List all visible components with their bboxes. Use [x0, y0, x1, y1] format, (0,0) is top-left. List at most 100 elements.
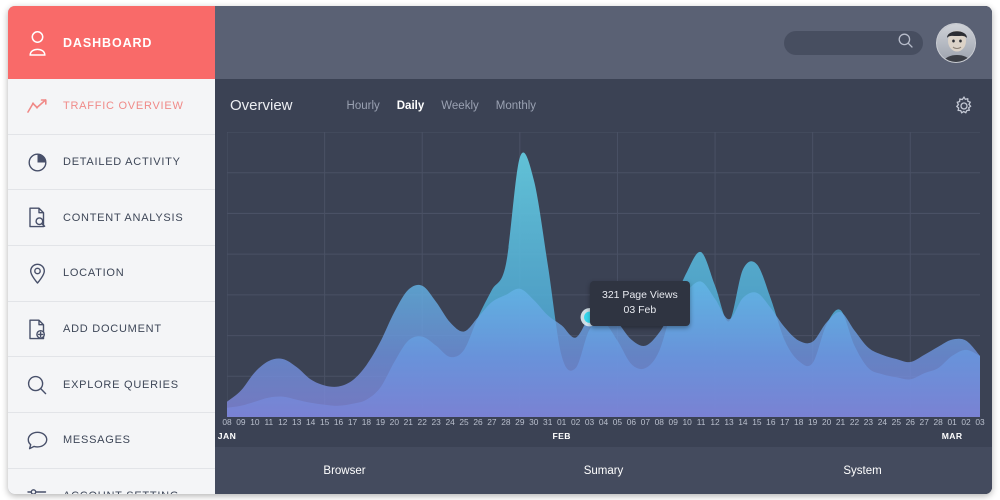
top-bar	[215, 6, 992, 79]
x-axis-tick: 17	[347, 417, 358, 427]
x-axis-tick: 09	[236, 417, 246, 427]
sidebar-item-label: EXPLORE QUERIES	[63, 378, 179, 391]
sidebar-item-add-document[interactable]: ADD DOCUMENT	[8, 301, 215, 358]
chart-svg	[227, 132, 980, 417]
x-axis-tick: 18	[794, 417, 804, 427]
sidebar-item-explore-queries[interactable]: EXPLORE QUERIES	[8, 357, 215, 414]
x-axis-tick: 03	[584, 417, 595, 427]
x-axis-tick: 08	[222, 417, 232, 427]
search-icon[interactable]	[898, 33, 913, 53]
sidebar-item-label: MESSAGES	[63, 434, 131, 447]
footer-cell-sumary[interactable]: Sumary	[474, 465, 733, 477]
x-axis-tick: 08	[654, 417, 664, 427]
x-axis-tick: 12	[278, 417, 288, 427]
x-axis-tick: 23	[863, 417, 874, 427]
x-axis-tick: 13	[292, 417, 302, 427]
search-input[interactable]	[798, 36, 898, 49]
pie-chart-icon	[22, 153, 52, 172]
x-axis-tick: 12	[710, 417, 720, 427]
sidebar-item-account-setting[interactable]: ACCOUNT SETTING	[8, 468, 215, 494]
tab-monthly[interactable]: Monthly	[496, 100, 536, 112]
tab-daily[interactable]: Daily	[397, 100, 425, 112]
x-axis-tick: 22	[417, 417, 427, 427]
x-axis-tick: 21	[835, 417, 846, 427]
footer-cell-browser[interactable]: Browser	[215, 465, 474, 477]
avatar[interactable]	[936, 22, 976, 63]
document-add-icon	[22, 319, 52, 340]
x-axis-tick: 24	[445, 417, 455, 427]
x-axis-tick: 05	[612, 417, 623, 427]
x-axis-month-labels: JAN FEB MAR	[218, 431, 980, 447]
search-icon	[22, 375, 52, 395]
x-axis-tick: 06	[626, 417, 637, 427]
document-search-icon	[22, 207, 52, 228]
x-axis-tick: 16	[766, 417, 776, 427]
x-axis-tick: 13	[724, 417, 734, 427]
x-axis-tick: 26	[473, 417, 483, 427]
gear-icon[interactable]	[954, 95, 974, 116]
sidebar-nav: TRAFFIC OVERVIEW DETAILED ACTIVITY CONTE…	[8, 79, 215, 494]
x-axis-tick: 15	[752, 417, 762, 427]
line-chart-icon	[22, 98, 52, 115]
x-axis-tick: 16	[333, 417, 344, 427]
dashboard-window: DASHBOARD TRAFFIC OVERVIEW DETAILED ACTI…	[8, 6, 992, 494]
tooltip-date: 03 Feb	[623, 304, 657, 316]
tab-weekly[interactable]: Weekly	[441, 100, 479, 112]
x-axis-tick: 01	[556, 417, 567, 427]
sidebar-item-label: DETAILED ACTIVITY	[63, 156, 181, 169]
x-axis-tick: 30	[529, 417, 539, 427]
user-icon	[22, 30, 52, 56]
tab-hourly[interactable]: Hourly	[347, 100, 380, 112]
x-axis-tick: 25	[459, 417, 469, 427]
x-axis-tick: 19	[375, 417, 386, 427]
x-axis-tick: 28	[501, 417, 511, 427]
x-axis-tick: 03	[975, 417, 985, 427]
x-axis-tick: 10	[682, 417, 692, 427]
x-axis-tick: 22	[849, 417, 860, 427]
x-axis-tick: 02	[570, 417, 581, 427]
main-content: Overview Hourly Daily Weekly Monthly 321…	[215, 6, 992, 494]
x-axis-tick: 19	[807, 417, 818, 427]
page-title: Overview	[230, 97, 293, 114]
search-box[interactable]	[784, 30, 923, 55]
x-axis-month: FEB	[552, 431, 571, 441]
map-pin-icon	[22, 263, 52, 284]
x-axis-tick: 11	[696, 417, 706, 427]
x-axis-tick: 25	[891, 417, 901, 427]
traffic-area-chart[interactable]: 321 Page Views 03 Feb	[227, 132, 980, 417]
tooltip-value: 321 Page Views	[602, 289, 678, 301]
sidebar-item-detailed-activity[interactable]: DETAILED ACTIVITY	[8, 134, 215, 191]
x-axis-tick: 28	[933, 417, 943, 427]
sidebar: DASHBOARD TRAFFIC OVERVIEW DETAILED ACTI…	[8, 6, 215, 494]
sidebar-item-messages[interactable]: MESSAGES	[8, 413, 215, 469]
sidebar-item-content-analysis[interactable]: CONTENT ANALYSIS	[8, 190, 215, 247]
x-axis-tick: 24	[877, 417, 888, 427]
x-axis-tick: 15	[319, 417, 330, 427]
x-axis-tick: 07	[640, 417, 650, 427]
x-axis-tick: 02	[961, 417, 971, 427]
sidebar-item-label: ADD DOCUMENT	[63, 323, 162, 336]
range-tabs: Hourly Daily Weekly Monthly	[347, 100, 954, 112]
x-axis-month: JAN	[217, 431, 237, 441]
chat-bubble-icon	[22, 431, 52, 450]
x-axis-tick: 21	[403, 417, 413, 427]
x-axis-tick: 09	[668, 417, 678, 427]
x-axis-tick: 27	[487, 417, 497, 427]
sidebar-item-label: CONTENT ANALYSIS	[63, 211, 184, 224]
chart-area: 321 Page Views 03 Feb	[215, 132, 992, 417]
brand-header[interactable]: DASHBOARD	[8, 6, 215, 79]
x-axis-tick: 20	[389, 417, 399, 427]
sidebar-item-location[interactable]: LOCATION	[8, 246, 215, 302]
footer-bar: Browser Sumary System	[215, 447, 992, 494]
footer-cell-system[interactable]: System	[733, 465, 992, 477]
sidebar-item-traffic-overview[interactable]: TRAFFIC OVERVIEW	[8, 79, 215, 135]
x-axis-tick: 29	[515, 417, 525, 427]
x-axis-ticks: 08 09 10 11 12 13 14 15 16 17 18 19 20 21 22 23 24 25 26 27…	[222, 417, 984, 431]
x-axis-tick: 10	[250, 417, 260, 427]
sidebar-item-label: ACCOUNT SETTING	[63, 490, 179, 494]
x-axis-tick: 27	[919, 417, 929, 427]
sidebar-item-label: TRAFFIC OVERVIEW	[63, 100, 184, 113]
x-axis-tick: 11	[264, 417, 274, 427]
x-axis-tick: 20	[821, 417, 832, 427]
x-axis-month: MAR	[941, 431, 963, 441]
